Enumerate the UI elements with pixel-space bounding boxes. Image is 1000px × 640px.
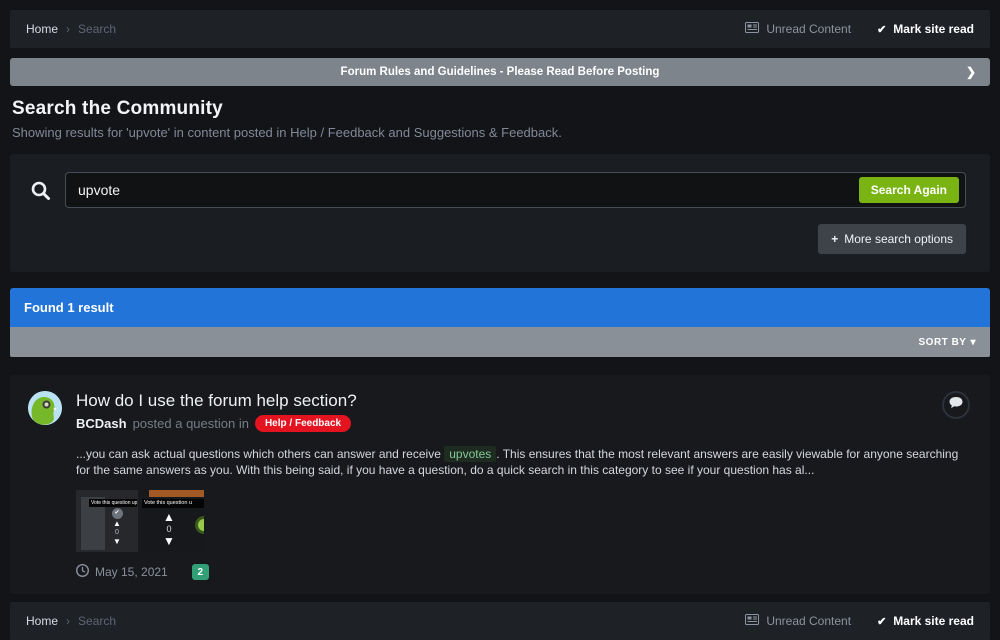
vote-widget: ▲ 0 ▼ — [158, 512, 180, 547]
check-icon: ✔ — [112, 508, 123, 519]
chevron-right-icon: › — [66, 614, 70, 628]
clock-icon — [76, 564, 89, 580]
mark-site-read-link[interactable]: ✔ Mark site read — [877, 614, 974, 628]
reply-count-badge: 2 — [192, 564, 209, 580]
vote-count: 0 — [115, 529, 119, 537]
topbar-actions: Unread Content ✔ Mark site read — [745, 22, 974, 36]
breadcrumb-current[interactable]: Search — [78, 22, 116, 36]
page-subtitle: Showing results for 'upvote' in content … — [12, 125, 988, 140]
chevron-right-icon: › — [66, 22, 70, 36]
sort-by-dropdown[interactable]: SORT BY ▾ — [919, 337, 976, 348]
downvote-arrow-icon: ▼ — [113, 538, 121, 546]
search-again-button[interactable]: Search Again — [859, 177, 959, 203]
avatar[interactable] — [28, 391, 62, 425]
result-meta: May 15, 2021 2 — [76, 564, 972, 580]
breadcrumb-current[interactable]: Search — [78, 614, 116, 628]
result-title-link[interactable]: How do I use the forum help section? — [76, 391, 357, 411]
upvote-arrow-icon: ▲ — [113, 520, 121, 528]
newspaper-icon — [745, 614, 759, 628]
forum-rules-banner-text: Forum Rules and Guidelines - Please Read… — [341, 66, 660, 78]
thumbnail-tooltip-text: Vote this question up — [89, 499, 137, 507]
breadcrumb-home-link[interactable]: Home — [26, 614, 58, 628]
breadcrumb-home-link[interactable]: Home — [26, 22, 58, 36]
more-search-options-button[interactable]: + More search options — [818, 224, 966, 254]
snippet-text: ...you can ask actual questions which ot… — [76, 447, 441, 461]
sort-bar: SORT BY ▾ — [10, 327, 990, 357]
bottom-breadcrumb-bar: Home › Search Unread Content ✔ Mark site… — [10, 602, 990, 640]
page-title: Search the Community — [12, 98, 988, 120]
search-icon — [30, 180, 51, 201]
sort-by-label: SORT BY — [919, 337, 967, 348]
attachment-thumbnails: Vote this question up ✔ ▲ 0 ▼ Vote this … — [76, 490, 972, 552]
question-type-badge[interactable] — [942, 391, 970, 419]
unread-content-label: Unread Content — [766, 614, 851, 628]
bottombar-actions: Unread Content ✔ Mark site read — [745, 614, 974, 628]
page-header: Search the Community Showing results for… — [10, 86, 990, 144]
byline-action-text: posted a question in — [133, 416, 249, 431]
check-icon: ✔ — [877, 615, 886, 628]
found-results-bar: Found 1 result — [10, 288, 990, 327]
vote-widget: ✔ ▲ 0 ▼ — [108, 508, 126, 546]
search-result-card: How do I use the forum help section? BCD… — [10, 375, 990, 594]
top-breadcrumb-bar: Home › Search Unread Content ✔ Mark site… — [10, 10, 990, 48]
mark-site-read-link[interactable]: ✔ Mark site read — [877, 22, 974, 36]
breadcrumb: Home › Search — [26, 22, 116, 36]
forum-rules-banner[interactable]: Forum Rules and Guidelines - Please Read… — [10, 58, 990, 86]
thumbnail-header-bar — [149, 490, 204, 497]
post-date-label: May 15, 2021 — [95, 565, 168, 579]
snippet-highlight: upvotes — [444, 446, 496, 462]
speech-bubble-icon — [949, 396, 963, 414]
search-input[interactable] — [65, 172, 966, 208]
mark-site-read-label: Mark site read — [893, 614, 974, 628]
unread-content-link[interactable]: Unread Content — [745, 614, 851, 628]
result-snippet: ...you can ask actual questions which ot… — [76, 446, 972, 478]
result-byline: BCDash posted a question in Help / Feedb… — [76, 415, 357, 432]
attachment-thumbnail[interactable]: Vote this question u ▲ 0 ▼ — [142, 490, 204, 552]
result-main: How do I use the forum help section? BCD… — [76, 391, 357, 432]
more-search-options-label: More search options — [844, 232, 953, 246]
upvote-arrow-icon: ▲ — [163, 512, 175, 523]
check-icon: ✔ — [877, 23, 886, 36]
unread-content-label: Unread Content — [766, 22, 851, 36]
chevron-right-icon: ❯ — [966, 65, 976, 79]
page: Home › Search Unread Content ✔ Mark site… — [0, 0, 1000, 640]
newspaper-icon — [745, 22, 759, 36]
chevron-down-icon: ▾ — [970, 337, 976, 348]
search-panel: Search Again + More search options — [10, 154, 990, 272]
mark-site-read-label: Mark site read — [893, 22, 974, 36]
attachment-thumbnail[interactable]: Vote this question up ✔ ▲ 0 ▼ — [76, 490, 138, 552]
avatar-fragment — [195, 516, 204, 534]
category-badge[interactable]: Help / Feedback — [255, 415, 351, 432]
thumbnail-tooltip-text: Vote this question u — [142, 499, 204, 508]
breadcrumb: Home › Search — [26, 614, 116, 628]
plus-icon: + — [831, 232, 838, 246]
unread-content-link[interactable]: Unread Content — [745, 22, 851, 36]
author-link[interactable]: BCDash — [76, 416, 127, 431]
post-date: May 15, 2021 — [76, 564, 168, 580]
downvote-arrow-icon: ▼ — [163, 536, 175, 547]
